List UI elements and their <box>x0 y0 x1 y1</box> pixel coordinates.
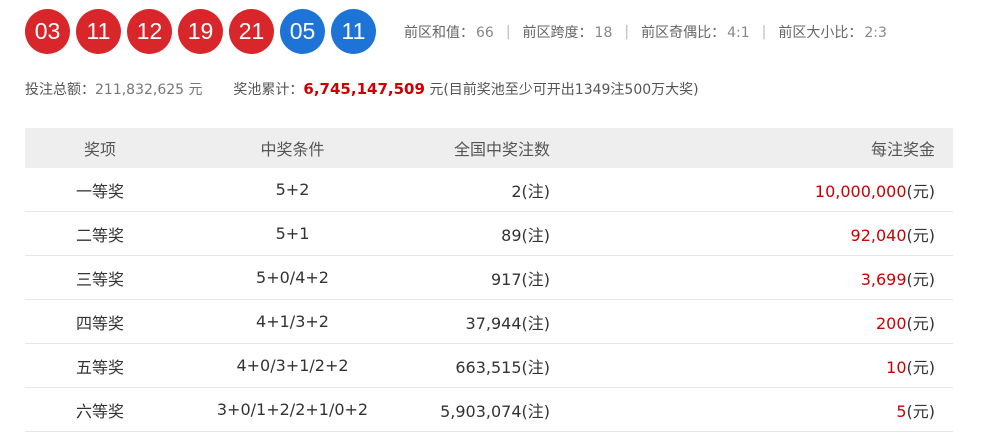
header-count: 全国中奖注数 <box>410 128 550 168</box>
front-ball: 19 <box>178 8 223 54</box>
back-ball: 05 <box>280 8 325 54</box>
back-ball: 11 <box>331 8 376 54</box>
prize-amount: 92,040(元) <box>550 211 953 256</box>
prize-condition: 5+2 <box>175 168 410 212</box>
front-ball: 11 <box>76 8 121 54</box>
table-header-row: 奖项 中奖条件 全国中奖注数 每注奖金 <box>25 128 953 168</box>
stat-value: 18 <box>594 25 613 41</box>
table-row: 二等奖 5+1 89(注) 92,040(元) <box>25 211 953 256</box>
count-value: 37,944 <box>465 313 522 333</box>
amount-unit: (元) <box>906 357 936 377</box>
amount-value: 3,699 <box>860 269 907 289</box>
stat-label: 前区奇偶比： <box>641 25 726 41</box>
stat-label: 前区跨度： <box>522 25 593 41</box>
winner-count: 5,903,074(注) <box>410 387 551 432</box>
front-ball: 03 <box>25 8 70 54</box>
table-row: 四等奖 4+1/3+2 37,944(注) 200(元) <box>25 299 953 344</box>
amount-unit: (元) <box>906 181 936 201</box>
amount-value: 5 <box>896 401 907 421</box>
stat-separator: | <box>505 24 511 40</box>
stat-label: 前区大小比： <box>778 25 863 41</box>
front-zone-stats: 前区和值： 66 | 前区跨度： 18 | 前区奇偶比： 4:1 | 前区大小比： 2:… <box>404 22 887 42</box>
prize-condition: 4+0/3+1/2+2 <box>175 343 410 388</box>
prize-amount: 200(元) <box>550 299 953 344</box>
table-row: 六等奖 3+0/1+2/2+1/0+2 5,903,074(注) 5(元) <box>25 387 953 432</box>
amount-unit: (元) <box>906 225 936 245</box>
amount-value: 10 <box>886 357 907 377</box>
prize-level: 二等奖 <box>25 211 175 256</box>
stat-value: 66 <box>476 25 494 41</box>
sales-label: 投注总额： <box>25 82 95 98</box>
header-level: 奖项 <box>25 128 175 168</box>
count-value: 5,903,074 <box>440 401 522 421</box>
prize-level: 四等奖 <box>25 299 175 344</box>
count-unit: (注) <box>521 313 551 333</box>
stat-odd-even: 前区奇偶比： 4:1 <box>641 22 750 42</box>
count-unit: (注) <box>521 401 551 421</box>
count-value: 663,515 <box>455 357 522 377</box>
amount-unit: (元) <box>906 269 936 289</box>
pool-value: 6,745,147,509 <box>303 80 425 98</box>
header-condition: 中奖条件 <box>175 128 410 168</box>
front-ball: 21 <box>229 8 274 54</box>
count-unit: (注) <box>521 357 551 377</box>
prize-level: 一等奖 <box>25 168 175 212</box>
table-row: 一等奖 5+2 2(注) 10,000,000(元) <box>25 168 953 212</box>
stat-span: 前区跨度： 18 <box>523 22 613 42</box>
prize-level: 三等奖 <box>25 255 175 300</box>
winning-numbers: 03 11 12 19 21 05 11 <box>25 8 382 54</box>
prize-condition: 5+1 <box>175 211 410 256</box>
winner-count: 917(注) <box>410 255 551 300</box>
amount-unit: (元) <box>906 313 936 333</box>
pool-label: 奖池累计： <box>233 82 304 98</box>
stat-separator: | <box>624 24 630 40</box>
stat-sum: 前区和值： 66 <box>404 22 494 42</box>
pool-note: (目前奖池至少可开出1349注500万大奖) <box>443 82 699 98</box>
amount-value: 92,040 <box>850 225 907 245</box>
front-ball: 12 <box>127 8 172 54</box>
amount-value: 200 <box>875 313 907 333</box>
count-value: 2 <box>511 181 522 201</box>
prize-amount: 5(元) <box>550 387 953 432</box>
amount-unit: (元) <box>906 401 936 421</box>
prize-amount: 10(元) <box>550 343 953 388</box>
prize-table: 奖项 中奖条件 全国中奖注数 每注奖金 一等奖 5+2 2(注) 10,000,… <box>25 128 953 432</box>
pool-unit: 元 <box>429 82 444 98</box>
table-row: 五等奖 4+0/3+1/2+2 663,515(注) 10(元) <box>25 343 953 388</box>
stat-value: 2:3 <box>864 25 887 41</box>
winner-count: 663,515(注) <box>410 343 551 388</box>
prize-level: 六等奖 <box>25 387 175 432</box>
winner-count: 2(注) <box>410 168 550 212</box>
prize-amount: 10,000,000(元) <box>550 168 953 212</box>
table-row: 三等奖 5+0/4+2 917(注) 3,699(元) <box>25 255 953 300</box>
prize-condition: 4+1/3+2 <box>175 299 410 344</box>
stat-big-small: 前区大小比： 2:3 <box>778 22 887 42</box>
prize-amount: 3,699(元) <box>550 255 953 300</box>
header-amount: 每注奖金 <box>550 128 953 168</box>
prize-condition: 3+0/1+2/2+1/0+2 <box>175 387 410 432</box>
draw-summary: 投注总额：211,832,625 元 奖池累计：6,745,147,509 元(… <box>25 79 699 99</box>
sales-value: 211,832,625 元 <box>95 82 203 98</box>
stat-label: 前区和值： <box>404 25 474 41</box>
stat-value: 4:1 <box>727 25 750 41</box>
stat-separator: | <box>761 24 767 40</box>
count-value: 89 <box>501 225 522 245</box>
winner-count: 89(注) <box>410 211 551 256</box>
count-unit: (注) <box>521 225 551 245</box>
count-unit: (注) <box>521 181 551 201</box>
prize-condition: 5+0/4+2 <box>175 255 410 300</box>
count-value: 917 <box>490 269 522 289</box>
prize-level: 五等奖 <box>25 343 175 388</box>
amount-value: 10,000,000 <box>814 181 907 201</box>
count-unit: (注) <box>521 269 551 289</box>
winner-count: 37,944(注) <box>410 299 551 344</box>
